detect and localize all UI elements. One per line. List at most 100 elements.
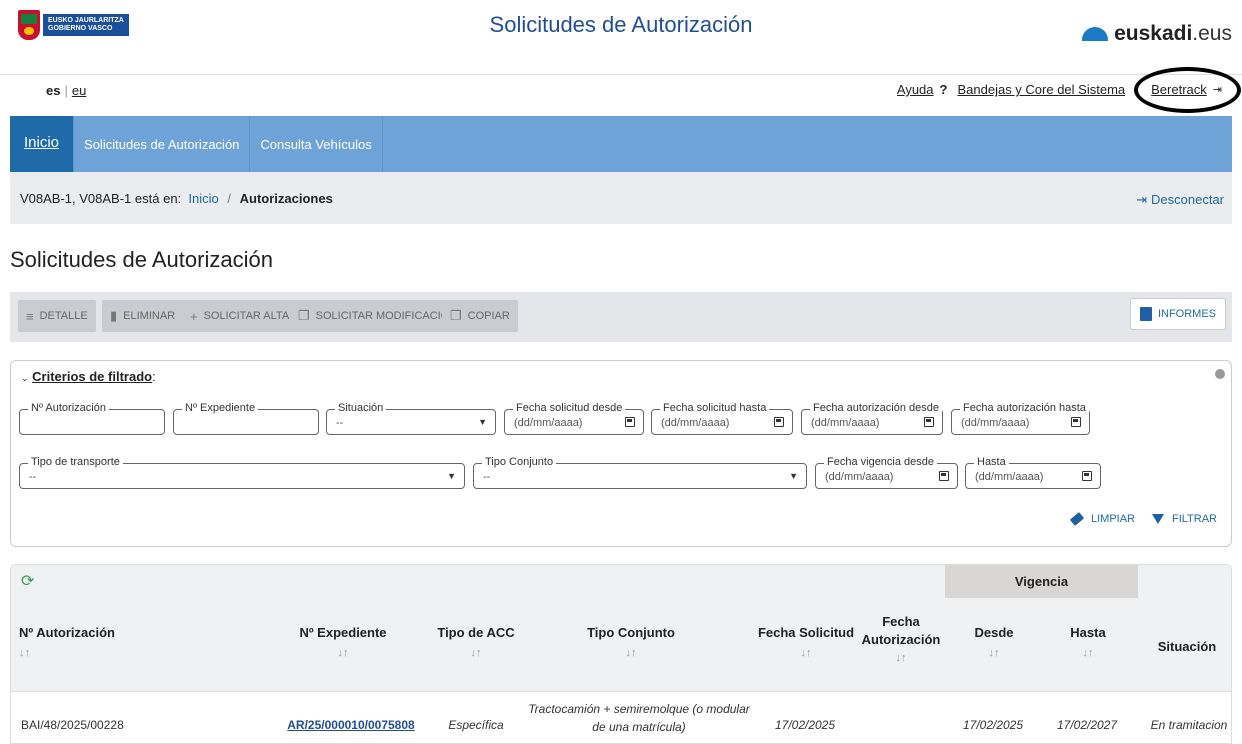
nav-item-inicio[interactable]: Inicio <box>10 116 75 172</box>
table-row[interactable]: BAI/48/2025/00228 AR/25/000010/0075808 E… <box>11 691 1231 743</box>
sort-icon[interactable]: ↓↑ <box>751 647 861 659</box>
fecha-sol-desde-field[interactable]: Fecha solicitud desde (dd/mm/aaaa) <box>504 402 644 435</box>
cell-desde: 17/02/2025 <box>962 718 1024 732</box>
situacion-label: Situación <box>335 402 387 414</box>
request-new-label: SOLICITAR ALTA <box>203 310 290 322</box>
col-tipo-conjunto[interactable]: Tipo Conjunto ↓↑ <box>571 625 691 659</box>
sort-icon[interactable]: ↓↑ <box>283 647 403 659</box>
calendar-icon[interactable] <box>625 417 635 427</box>
filter-title: Criterios de filtrado <box>32 369 153 384</box>
col-situacion: Situación <box>1147 639 1227 654</box>
n-expediente-label: Nº Expediente <box>182 402 259 414</box>
copy-icon: ❐ <box>450 308 462 323</box>
n-autorizacion-field[interactable]: Nº Autorización <box>19 402 165 435</box>
situacion-select[interactable]: Situación -- ▼ <box>326 402 496 435</box>
col-n-autorizacion[interactable]: Nº Autorización ↓↑ <box>19 625 115 659</box>
language-switcher: es | eu <box>46 83 86 98</box>
fecha-vig-hasta-label: Hasta <box>974 456 1009 468</box>
calendar-icon[interactable] <box>1071 417 1081 427</box>
copy-button[interactable]: ❐ COPIAR <box>442 300 518 332</box>
expediente-link[interactable]: AR/25/000010/0075808 <box>287 718 414 732</box>
filter-button[interactable]: FILTRAR <box>1151 513 1217 525</box>
date-placeholder: (dd/mm/aaaa) <box>961 417 1030 429</box>
filter-toggle[interactable]: ⌄ Criterios de filtrado: <box>21 369 156 384</box>
sort-icon[interactable]: ↓↑ <box>431 647 521 659</box>
sort-icon[interactable]: ↓↑ <box>19 647 115 659</box>
nav-item-solicitudes[interactable]: Solicitudes de Autorización <box>74 116 251 172</box>
col-fecha-autorizacion[interactable]: Fecha Autorización ↓↑ <box>853 614 949 664</box>
reports-label: INFORMES <box>1157 308 1216 320</box>
col-label: Fecha Solicitud <box>757 625 855 640</box>
breadcrumb: V08AB-1, V08AB-1 está en: Inicio / Autor… <box>20 191 333 206</box>
main-nav: Inicio Solicitudes de Autorización Consu… <box>10 116 1232 172</box>
col-tipo-acc[interactable]: Tipo de ACC ↓↑ <box>431 625 521 659</box>
cell-tipo-conjunto-line: Tractocamión + semiremolque (o modular <box>528 702 750 716</box>
cell-situacion: En tramitacion <box>1150 718 1228 732</box>
tipo-transporte-label: Tipo de transporte <box>28 456 123 468</box>
logout-label: Desconectar <box>1151 192 1224 207</box>
lang-es: es <box>46 83 61 98</box>
delete-button[interactable]: ▮ ELIMINAR <box>102 300 184 332</box>
filter-panel: ⌄ Criterios de filtrado: Nº Autorización… <box>10 360 1232 547</box>
fecha-vig-hasta-field[interactable]: Hasta (dd/mm/aaaa) <box>965 456 1101 489</box>
annotation-circle <box>1134 67 1241 113</box>
col-label: Fecha <box>882 614 920 629</box>
lang-eu-link[interactable]: eu <box>72 83 86 98</box>
request-new-button[interactable]: + SOLICITAR ALTA <box>182 300 298 332</box>
chevron-down-icon: ▼ <box>478 417 487 427</box>
eraser-icon <box>1069 512 1085 526</box>
collapse-icon[interactable] <box>1215 369 1225 379</box>
sort-icon[interactable]: ↓↑ <box>571 647 691 659</box>
nav-item-consulta-vehiculos[interactable]: Consulta Vehículos <box>250 116 383 172</box>
chevron-down-icon: ⌄ <box>21 373 29 383</box>
col-n-expediente[interactable]: Nº Expediente ↓↑ <box>283 625 403 659</box>
date-placeholder: (dd/mm/aaaa) <box>661 417 730 429</box>
euskadi-brand: euskadi <box>1114 22 1193 45</box>
help-icon: ? <box>939 82 948 97</box>
calendar-icon[interactable] <box>1082 471 1092 481</box>
col-fecha-solicitud[interactable]: Fecha Solicitud ↓↑ <box>751 625 861 659</box>
euskadi-suffix: .eus <box>1192 22 1232 45</box>
breadcrumb-home-link[interactable]: Inicio <box>188 191 218 206</box>
date-placeholder: (dd/mm/aaaa) <box>825 471 894 483</box>
logout-button[interactable]: ⇥ Desconectar <box>1136 192 1224 208</box>
lang-separator: | <box>64 83 68 98</box>
euskadi-logo[interactable]: euskadi .eus <box>1082 22 1232 46</box>
tipo-transporte-value: -- <box>29 471 37 483</box>
fecha-aut-hasta-label: Fecha autorización hasta <box>960 402 1089 414</box>
cell-fecha-solicitud: 17/02/2025 <box>774 718 836 732</box>
tipo-conjunto-value: -- <box>483 471 491 483</box>
funnel-icon <box>1151 514 1164 524</box>
sort-icon[interactable]: ↓↑ <box>959 647 1029 659</box>
breadcrumb-current: Autorizaciones <box>239 191 333 206</box>
col-hasta[interactable]: Hasta ↓↑ <box>1053 625 1123 659</box>
sort-icon[interactable]: ↓↑ <box>1053 647 1123 659</box>
clear-button[interactable]: LIMPIAR <box>1069 512 1135 526</box>
fecha-aut-hasta-field[interactable]: Fecha autorización hasta (dd/mm/aaaa) <box>951 402 1090 435</box>
col-label: Tipo Conjunto <box>587 625 675 640</box>
request-change-button[interactable]: ❐ SOLICITAR MODIFICACIÓN <box>290 300 466 332</box>
refresh-icon[interactable]: ⟳ <box>21 571 34 591</box>
tipo-conjunto-select[interactable]: Tipo Conjunto -- ▼ <box>473 456 807 489</box>
clear-label: LIMPIAR <box>1090 513 1135 525</box>
help-link[interactable]: Ayuda <box>897 82 934 97</box>
calendar-icon[interactable] <box>924 417 934 427</box>
detail-button[interactable]: ≡ DETALLE <box>18 300 96 332</box>
date-placeholder: (dd/mm/aaaa) <box>975 471 1044 483</box>
fecha-vig-desde-field[interactable]: Fecha vigencia desde (dd/mm/aaaa) <box>815 456 958 489</box>
col-desde[interactable]: Desde ↓↑ <box>959 625 1029 659</box>
sort-icon[interactable]: ↓↑ <box>853 652 949 664</box>
fecha-sol-hasta-field[interactable]: Fecha solicitud hasta (dd/mm/aaaa) <box>651 402 793 435</box>
tipo-transporte-select[interactable]: Tipo de transporte -- ▼ <box>19 456 465 489</box>
detail-label: DETALLE <box>39 310 88 322</box>
breadcrumb-prefix: V08AB-1, V08AB-1 está en: <box>20 191 182 206</box>
calendar-icon[interactable] <box>939 471 949 481</box>
col-label: Desde <box>974 625 1014 640</box>
fecha-aut-desde-field[interactable]: Fecha autorización desde (dd/mm/aaaa) <box>801 402 943 435</box>
n-expediente-field[interactable]: Nº Expediente <box>173 402 319 435</box>
reports-button[interactable]: INFORMES <box>1129 298 1226 330</box>
col-label: Autorización <box>861 632 941 647</box>
calendar-icon[interactable] <box>774 417 784 427</box>
trays-link[interactable]: Bandejas y Core del Sistema <box>957 82 1125 97</box>
breadcrumb-separator: / <box>227 191 231 206</box>
